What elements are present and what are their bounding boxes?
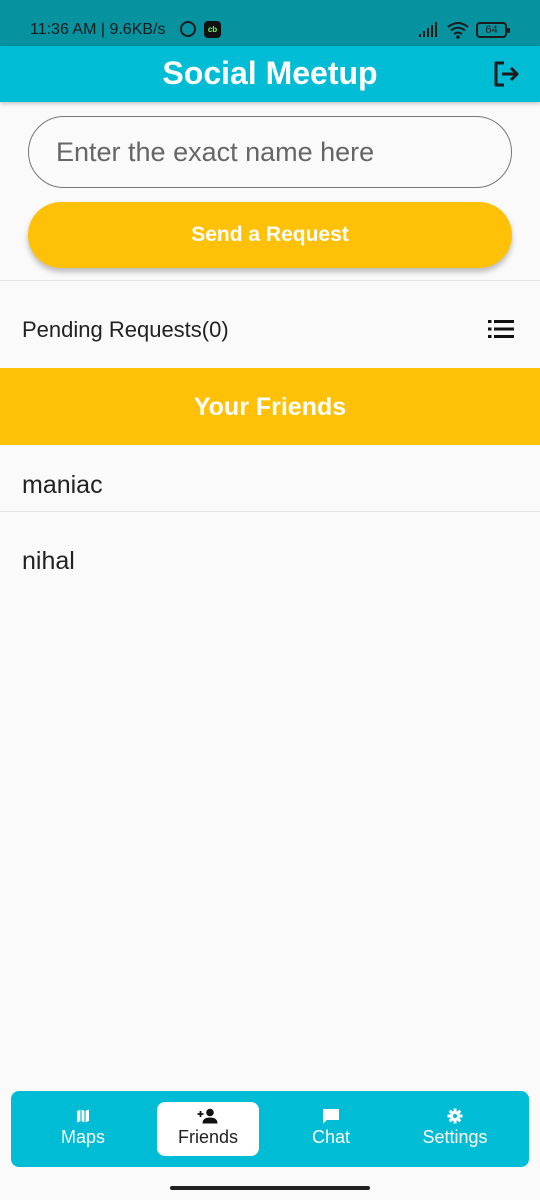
app-bar: Social Meetup: [0, 46, 540, 102]
nav-label: Maps: [60, 1127, 105, 1147]
gear-icon: [447, 1108, 463, 1124]
nav-label: Chat: [311, 1127, 351, 1147]
nav-label: Friends: [177, 1127, 239, 1147]
divider: [0, 511, 540, 512]
chat-bubble-icon: [323, 1109, 339, 1124]
send-request-button[interactable]: Send a Request: [28, 202, 512, 268]
friend-list-item[interactable]: nihal: [0, 521, 540, 587]
app-notification-icon: cb: [204, 21, 221, 38]
nav-item-settings[interactable]: Settings: [405, 1102, 505, 1156]
friend-name: maniac: [22, 471, 103, 499]
nav-label: Settings: [422, 1127, 488, 1147]
map-icon: [77, 1109, 89, 1123]
signal-icon: [419, 22, 437, 37]
friend-list-item[interactable]: maniac: [0, 445, 540, 511]
gesture-bar[interactable]: [170, 1186, 370, 1190]
wifi-icon: [447, 22, 469, 39]
pending-requests-row[interactable]: Pending Requests(0): [0, 296, 540, 366]
status-time: 11:36 AM | 9.6KB/s: [30, 21, 166, 38]
pending-requests-label: Pending Requests(0): [22, 317, 229, 342]
nav-item-maps[interactable]: Maps: [33, 1102, 133, 1156]
alarm-icon: [180, 21, 196, 37]
name-search-input[interactable]: [28, 116, 512, 188]
nav-item-chat[interactable]: Chat: [281, 1102, 381, 1156]
your-friends-header: Your Friends: [0, 368, 540, 445]
list-icon[interactable]: [487, 317, 515, 341]
battery-indicator: 64: [476, 22, 510, 38]
app-title: Social Meetup: [162, 55, 378, 91]
status-bar: 11:36 AM | 9.6KB/s cb 64: [0, 0, 540, 46]
friend-name: nihal: [22, 547, 75, 575]
logout-icon[interactable]: [490, 58, 522, 90]
divider: [0, 280, 540, 281]
nav-item-friends[interactable]: Friends: [157, 1102, 259, 1156]
bottom-navigation: Maps Friends Chat Settings: [11, 1091, 529, 1167]
person-add-icon: [197, 1108, 218, 1124]
